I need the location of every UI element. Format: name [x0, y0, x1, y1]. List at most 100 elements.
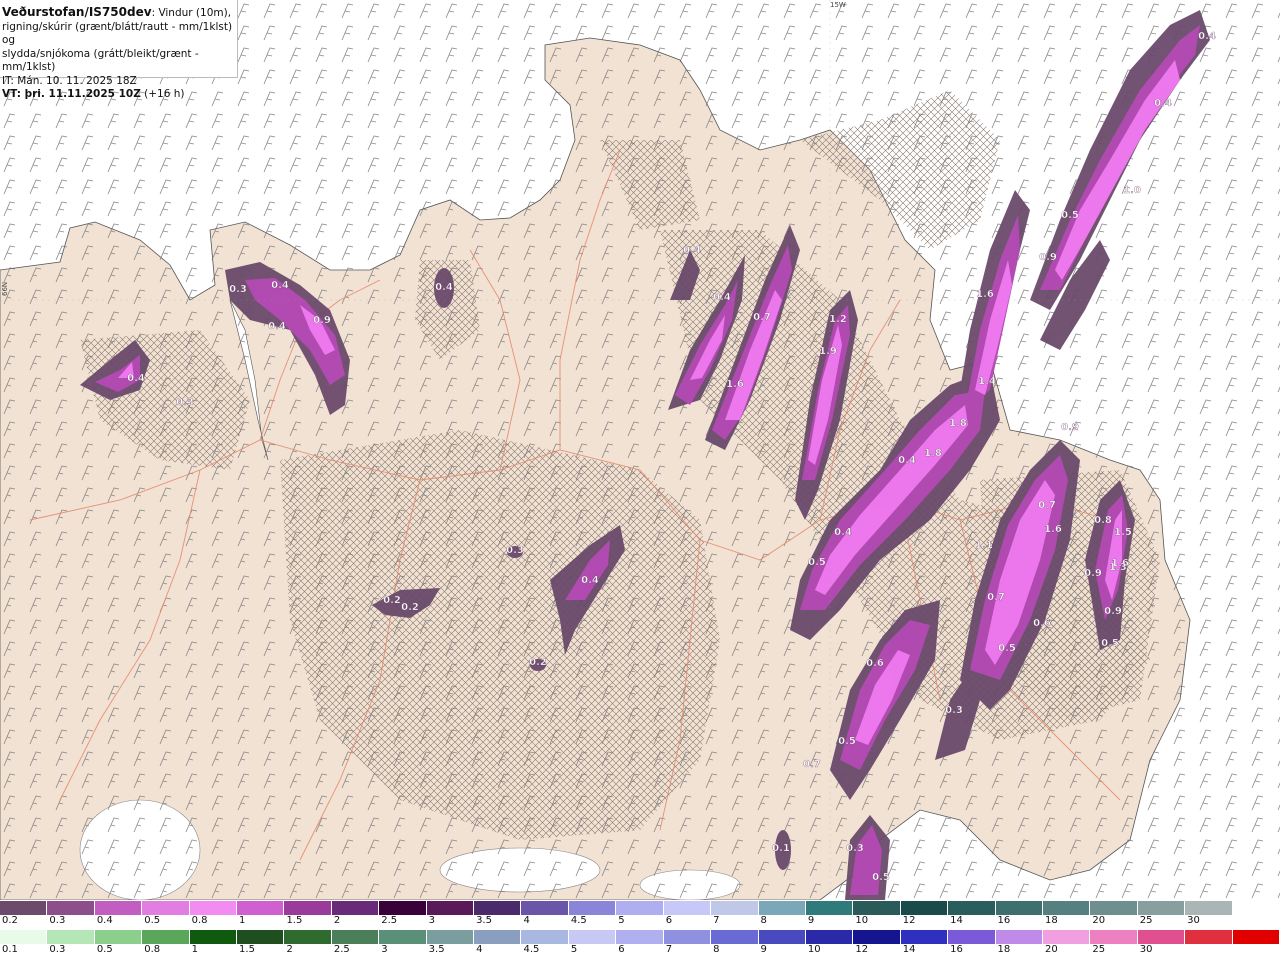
colorbar-tick-label: 8	[713, 944, 720, 955]
colorbar-swatch	[1185, 901, 1233, 915]
precip-value-label: 0.7	[803, 759, 821, 770]
colorbar-tick-label: 4.5	[570, 915, 587, 926]
colorbar-tick-label: 10	[807, 944, 821, 955]
colorbar-swatch	[0, 930, 48, 944]
colorbar-tick-label: 4.5	[523, 944, 540, 955]
colorbar-swatch	[94, 901, 143, 915]
colorbar-swatch	[426, 901, 475, 915]
precip-value-label: 0.2	[383, 595, 401, 606]
colorbar-tick-label: 1.5	[286, 915, 303, 926]
colorbar-swatch	[711, 901, 759, 915]
colorbar-swatch	[1042, 901, 1091, 915]
colorbar-swatch	[474, 901, 522, 915]
precip-value-label: 0.5	[838, 736, 856, 747]
forecast-hour: (+16 h)	[140, 88, 185, 100]
precip-value-label: 0.5	[808, 557, 826, 568]
colorbar-tick-label: 20	[1044, 944, 1058, 955]
colorbar-tick-label: 0.4	[96, 915, 113, 926]
colorbar-swatch	[331, 930, 380, 944]
colorbar-tick-label: 16	[950, 944, 963, 955]
colorbar-swatch	[521, 930, 569, 944]
colorbar-swatch	[1090, 901, 1138, 915]
colorbar-tick-label: 1	[191, 944, 198, 955]
precip-value-label: 1.6	[1044, 524, 1062, 535]
snow-colorbar	[0, 901, 1280, 915]
colorbar-swatch	[711, 930, 759, 944]
colorbar-swatch	[805, 901, 854, 915]
precip-value-label: 0.8	[1094, 515, 1112, 526]
valid-time: VT: þri. 11.11.2025 10Z	[2, 88, 141, 100]
colorbar-swatch	[568, 930, 617, 944]
colorbar-tick-label: 0.8	[191, 915, 208, 926]
precip-value-label: 0.9	[1061, 422, 1079, 433]
colorbar-swatch	[616, 901, 664, 915]
colorbar-swatch	[1042, 930, 1091, 944]
precip-value-label: 0.4	[713, 292, 731, 303]
colorbar-tick-label: 0.1	[2, 944, 18, 955]
colorbar-swatch	[900, 930, 949, 944]
colorbar-swatch	[995, 930, 1043, 944]
snow-colorbar-ticks: 0.2 0.3 0.4 0.5 0.8 1 1.5 2 2.5 3 3.5 4 4.5 5 6 7 8 9 10 12…	[0, 915, 1280, 928]
colorbar-tick-label: 4	[523, 915, 530, 926]
precip-value-label: 0.4	[898, 455, 916, 466]
colorbar-tick-label: 2.5	[381, 915, 398, 926]
map-header: Veðurstofan/IS750dev: Vindur (10m), rign…	[0, 0, 238, 100]
precip-value-label: 0.4	[268, 321, 286, 332]
colorbar-tick-label: 14	[902, 944, 916, 955]
colorbar-swatch	[948, 901, 996, 915]
header-desc-1: : Vindur (10m),	[151, 7, 232, 19]
colorbar-swatch	[237, 930, 285, 944]
colorbar-tick-label: 6	[665, 915, 673, 926]
precip-value-label: 0.6	[1033, 618, 1051, 629]
precip-value-label: 1.1	[975, 540, 993, 551]
colorbar-tick-label: 0.8	[144, 944, 161, 955]
colorbar-tick-label: 30	[1187, 915, 1200, 926]
colorbar-swatch	[47, 930, 95, 944]
colorbar-tick-label: 0.3	[49, 915, 66, 926]
colorbar-tick-label: 7	[665, 944, 673, 955]
colorbar-tick-label: 8	[760, 915, 767, 926]
precip-value-label: 0.4	[683, 245, 701, 256]
colorbar-swatch	[663, 930, 712, 944]
precip-value-label: 0.4	[1154, 98, 1172, 109]
precip-value-label: 0.7	[1038, 500, 1056, 511]
colorbar-tick-label: 25	[1139, 915, 1153, 926]
rain-colorbar-ticks: 0.1 0.3 0.5 0.8 1 1.5 2 2.5 3 3.5 4 4.5 5 6 7 8 9 10 12 14 1…	[0, 944, 1280, 957]
precip-value-label: 1.8	[924, 448, 942, 459]
colorbar-swatch	[379, 901, 427, 915]
precip-value-label: 0.4	[834, 527, 852, 538]
lat-label: 66N	[1, 281, 9, 296]
precip-value-label: 0.4	[435, 282, 453, 293]
colorbar-tick-label: 30	[1139, 944, 1153, 955]
precip-value-label: 1.2	[829, 314, 847, 325]
precip-value-label: 0.1	[772, 843, 790, 854]
precip-value-label: 0.2	[401, 602, 419, 613]
colorbar-tick-label: 25	[1092, 944, 1106, 955]
colorbar-swatch	[758, 930, 806, 944]
colorbar-swatch	[853, 930, 901, 944]
colorbar-tick-label: 12	[855, 944, 869, 955]
colorbar-swatch	[284, 930, 332, 944]
colorbar-swatch	[1137, 901, 1186, 915]
precip-value-label: 1.5	[1114, 527, 1132, 538]
colorbar-swatch	[758, 901, 806, 915]
colorbar-swatch	[474, 930, 522, 944]
colorbar-swatch	[663, 901, 712, 915]
colorbar-swatch	[805, 930, 854, 944]
precip-value-label: 0.3	[945, 705, 963, 716]
colorbar-tick-label: 1.5	[239, 944, 255, 955]
precip-value-label: 1.8	[949, 418, 967, 429]
colorbar-tick-label: 2	[286, 944, 293, 955]
colorbar-tick-label: 9	[807, 915, 815, 926]
colorbar-tick-label: 9	[760, 944, 767, 955]
precip-value-label: 1.3	[1109, 562, 1127, 573]
colorbar-swatch	[331, 901, 380, 915]
init-time: IT: Mán. 10. 11. 2025 18Z	[2, 74, 137, 87]
header-desc-2: rigning/skúrir (grænt/blátt/rautt - mm/1…	[2, 20, 233, 47]
colorbar-swatch	[1090, 930, 1138, 944]
colorbar-swatch	[521, 901, 569, 915]
precip-value-label: 0.3	[846, 843, 864, 854]
precip-value-label: 0.5	[1101, 638, 1119, 649]
lon-label: 15W	[830, 1, 846, 9]
precip-value-label: 0.4	[271, 280, 289, 291]
